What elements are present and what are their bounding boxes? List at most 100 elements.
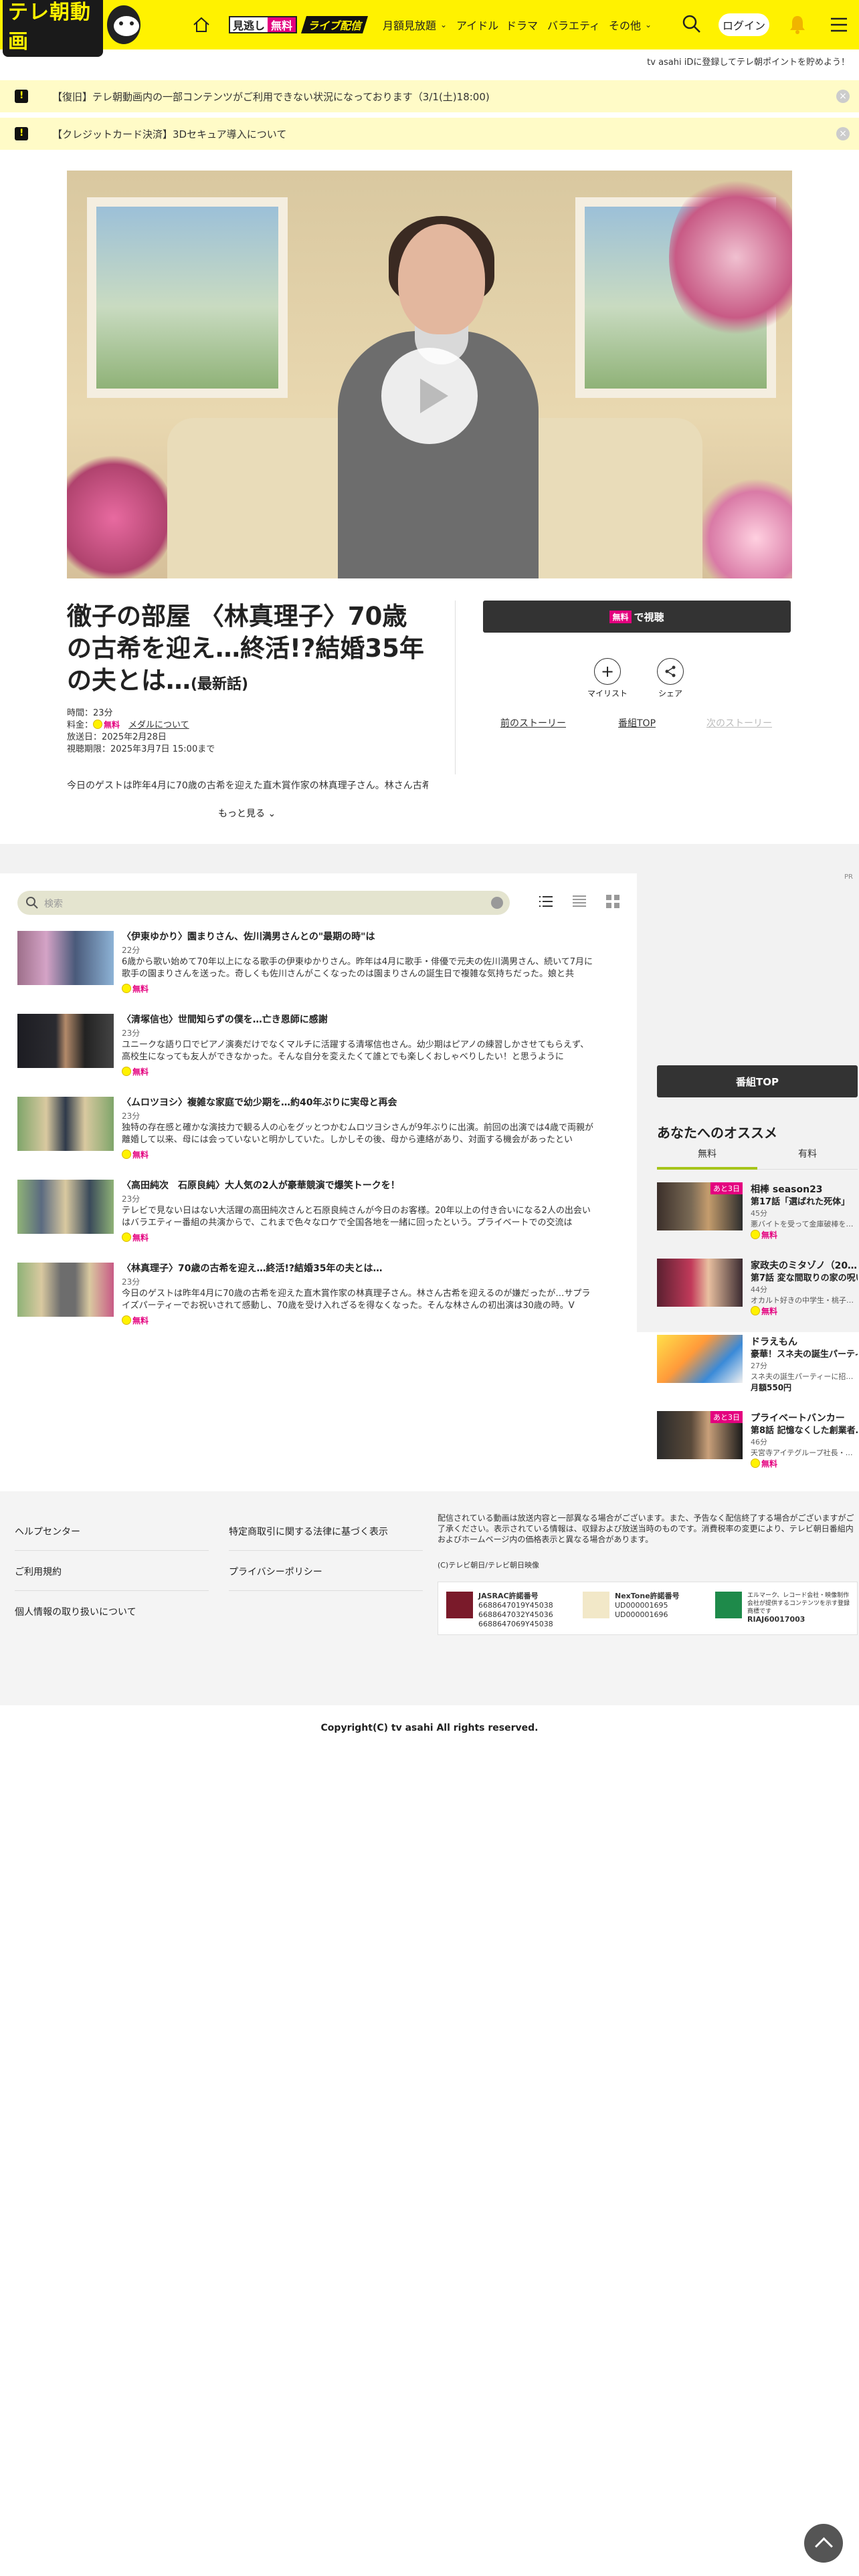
tvasahi-id-promo[interactable]: tv asahi iDに登録してテレ朝ポイントを貯めよう！ [647, 55, 850, 68]
episode-item-title[interactable]: 〈伊東ゆかり〉園まりさん、佐川満男さんとの"最期の時"は [122, 930, 375, 943]
footer-link-commerce-law[interactable]: 特定商取引に関する法律に基づく表示 [229, 1525, 423, 1551]
recommend-duration: 46分 [751, 1438, 767, 1446]
home-icon[interactable] [191, 15, 211, 35]
search-input[interactable]: 検索 [17, 891, 510, 915]
free-label: 無料 [132, 1316, 149, 1325]
medal-icon [122, 1315, 131, 1325]
recommend-title[interactable]: ドラえもん [751, 1335, 858, 1348]
recommend-thumbnail[interactable] [657, 1259, 743, 1307]
recommend-item[interactable]: ドラえもん 豪華！スネ夫の誕生パーティー 27分 スネ夫の誕生パーティーに招… … [657, 1335, 858, 1392]
recommend-item[interactable]: あと3日 相棒 season23 第17話「選ばれた死体」 45分 悪バイトを受… [657, 1182, 858, 1240]
prev-story-link[interactable]: 前のストーリー [500, 716, 566, 730]
nav-drama[interactable]: ドラマ [506, 16, 538, 33]
recommend-thumbnail[interactable] [657, 1335, 743, 1383]
price-label: 無料 [761, 1459, 778, 1469]
program-top-link[interactable]: 番組TOP [618, 716, 656, 730]
tab-free[interactable]: 無料 [657, 1147, 757, 1170]
episode-duration: 時間：23分 [67, 708, 113, 718]
episode-price: 料金： 無料 メダルについて [67, 720, 189, 731]
episode-item-price: 無料 [122, 1315, 149, 1326]
price-label: 無料 [761, 1307, 778, 1316]
medal-info-link[interactable]: メダルについて [128, 720, 189, 730]
episode-item-title[interactable]: 〈高田純次 石原良純〉大人気の2人が豪華競演で爆笑トークを！ [122, 1178, 400, 1192]
jasrac-number: 6688647019Y45038 [478, 1601, 553, 1610]
footer-link-privacy-policy[interactable]: プライバシーポリシー [229, 1565, 423, 1591]
nav-variety[interactable]: バラエティ [547, 16, 600, 33]
footer-link-help[interactable]: ヘルプセンター [15, 1525, 209, 1551]
recommend-item[interactable]: あと3日 プライベートバンカー 第8話 記憶なくした創業者… 46分 天宮寺アイ… [657, 1411, 858, 1469]
nextone-logo-icon [583, 1592, 609, 1618]
notice-bar[interactable]: 【クレジットカード決済】3Dセキュア導入について × [0, 118, 859, 150]
nav-label: 月額見放題 [383, 19, 437, 32]
free-label: 無料 [132, 1233, 149, 1243]
nav-other[interactable]: その他 ⌄ [609, 16, 652, 33]
medal-icon [751, 1459, 760, 1468]
recommend-price: 無料 [751, 1458, 777, 1469]
grid-view-icon[interactable] [605, 893, 621, 909]
episode-thumbnail[interactable] [17, 1180, 114, 1234]
share-button[interactable]: シェア [650, 658, 690, 699]
mylist-button[interactable]: + マイリスト [587, 658, 628, 699]
recommend-price: 無料 [751, 1229, 777, 1241]
search-icon[interactable] [681, 13, 702, 35]
bell-icon[interactable] [787, 13, 808, 35]
days-left-badge: あと3日 [710, 1411, 743, 1423]
close-icon[interactable]: × [836, 127, 850, 140]
login-button[interactable]: ログイン [719, 13, 769, 36]
program-top-button[interactable]: 番組TOP [657, 1065, 858, 1097]
episode-list-item[interactable]: 〈伊東ゆかり〉園まりさん、佐川満男さんとの"最期の時"は 22分 6歳から歌い始… [17, 927, 626, 1000]
midashi-label: 見逃し [233, 19, 266, 32]
recommend-duration: 45分 [751, 1209, 767, 1218]
scroll-to-top-icon[interactable] [804, 2524, 843, 2563]
mylist-label: マイリスト [587, 689, 628, 698]
search-icon [26, 897, 38, 909]
watch-deadline: 視聴期限：2025年3月7日 15:00まで [67, 744, 215, 754]
notice-bar[interactable]: 【復旧】テレ朝動画内の一部コンテンツがご利用できない状況になっております（3/1… [0, 80, 859, 112]
play-button-icon[interactable] [381, 348, 478, 444]
live-link[interactable]: ライブ配信 [301, 16, 368, 33]
close-icon[interactable]: × [836, 90, 850, 103]
recommend-subtitle: 豪華！スネ夫の誕生パーティー [751, 1350, 858, 1360]
chevron-down-icon: ⌄ [645, 20, 652, 29]
hamburger-menu-icon[interactable] [830, 16, 848, 33]
nav-idol[interactable]: アイドル [456, 16, 498, 33]
footer-link-terms[interactable]: ご利用規約 [15, 1565, 209, 1591]
watch-button[interactable]: 無料 で視聴 [483, 601, 791, 633]
episode-list-item[interactable]: 〈林真理子〉70歳の古希を迎え…終活!?結婚35年の夫とは… 23分 今日のゲス… [17, 1259, 626, 1332]
notice-text[interactable]: 【復旧】テレ朝動画内の一部コンテンツがご利用できない状況になっております（3/1… [52, 90, 490, 104]
site-logo[interactable]: テレ朝動画 [0, 0, 140, 57]
episode-thumbnail[interactable] [17, 931, 114, 985]
show-more-button[interactable]: もっと見る ⌄ [218, 807, 276, 820]
nav-monthly[interactable]: 月額見放題 ⌄ [383, 16, 447, 33]
midashi-free-link[interactable]: 見逃し 無料 [229, 16, 298, 33]
recommend-thumbnail[interactable]: あと3日 [657, 1182, 743, 1230]
recommend-title[interactable]: プライベートバンカー [751, 1411, 858, 1424]
recommend-price: 月額550円 [751, 1383, 792, 1392]
video-player[interactable] [67, 171, 792, 578]
recommend-title[interactable]: 相棒 season23 [751, 1182, 858, 1196]
notice-text[interactable]: 【クレジットカード決済】3Dセキュア導入について [52, 127, 286, 141]
recommend-thumbnail[interactable]: あと3日 [657, 1411, 743, 1459]
medal-icon [122, 984, 131, 993]
recommend-title[interactable]: 家政夫のミタゾノ（20… [751, 1259, 858, 1272]
episode-item-title[interactable]: 〈清塚信也〉世間知らずの僕を…亡き恩師に感謝 [122, 1012, 328, 1026]
footer-link-privacy-handling[interactable]: 個人情報の取り扱いについて [15, 1605, 209, 1630]
tab-paid[interactable]: 有料 [757, 1147, 858, 1170]
clear-icon[interactable] [491, 897, 503, 909]
episode-item-title[interactable]: 〈林真理子〉70歳の古希を迎え…終活!?結婚35年の夫とは… [122, 1261, 382, 1275]
episode-item-summary: 今日のゲストは昨年4月に70歳の古希を迎えた直木賞作家の林真理子さん。林さん古希… [122, 1289, 591, 1311]
compact-list-view-icon[interactable] [571, 893, 587, 909]
air-date: 放送日：2025年2月28日 [67, 732, 167, 742]
list-view-icon[interactable] [538, 893, 554, 909]
episode-list-item[interactable]: 〈ムロツヨシ〉複雑な家庭で幼少期を…約40年ぶりに実母と再会 23分 独特の存在… [17, 1093, 626, 1166]
episode-thumbnail[interactable] [17, 1097, 114, 1151]
episode-thumbnail[interactable] [17, 1263, 114, 1317]
episode-list-item[interactable]: 〈高田純次 石原良純〉大人気の2人が豪華競演で爆笑トークを！ 23分 テレビで見… [17, 1176, 626, 1249]
nextone-number: UD000001696 [615, 1610, 668, 1619]
episode-thumbnail[interactable] [17, 1014, 114, 1068]
episode-item-title[interactable]: 〈ムロツヨシ〉複雑な家庭で幼少期を…約40年ぶりに実母と再会 [122, 1095, 397, 1109]
episode-list-item[interactable]: 〈清塚信也〉世間知らずの僕を…亡き恩師に感謝 23分 ユニークな語り口でピアノ演… [17, 1010, 626, 1083]
footer-disclaimer: 配信されている動画は放送内容と一部異なる場合がございます。また、予告なく配信終了… [438, 1513, 854, 1544]
recommend-item[interactable]: 家政夫のミタゾノ（20… 第7話 変な間取りの家の呪い… 44分 オカルト好きの… [657, 1259, 858, 1316]
studio-window [87, 197, 288, 398]
